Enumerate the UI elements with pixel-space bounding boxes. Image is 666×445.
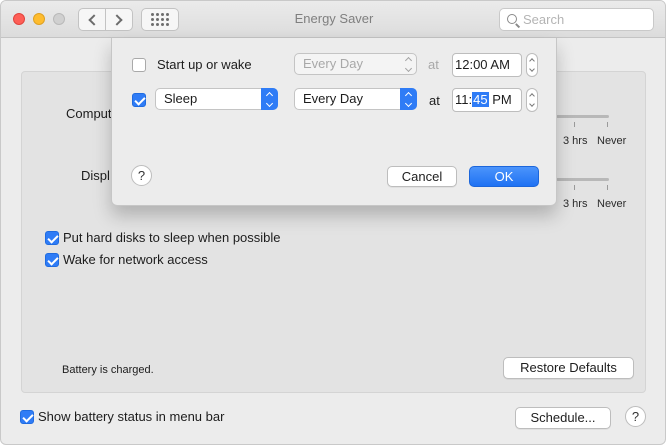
- sleep-day-value: Every Day: [303, 91, 363, 106]
- wake-network-label: Wake for network access: [63, 252, 208, 267]
- slider-tick: [607, 122, 608, 127]
- stepper-down-icon: [529, 101, 535, 107]
- schedule-sheet: Start up or wake Every Day at 12:00 AM S…: [111, 38, 557, 206]
- slider-tick: [574, 185, 575, 190]
- sleep-time-stepper[interactable]: [526, 88, 538, 112]
- hard-disk-sleep-checkbox[interactable]: [45, 231, 59, 245]
- stepper-up-icon: [529, 58, 535, 64]
- startup-wake-label: Start up or wake: [157, 57, 252, 72]
- sleep-at-label: at: [429, 93, 440, 108]
- sleep-action-popup[interactable]: Sleep: [155, 88, 278, 110]
- restore-defaults-button[interactable]: Restore Defaults: [503, 357, 634, 379]
- sleep-action-value: Sleep: [164, 91, 198, 106]
- battery-status-text: Battery is charged.: [62, 364, 154, 376]
- display-tick-never: Never: [597, 198, 627, 210]
- slider-tick: [574, 122, 575, 127]
- computer-tick-never: Never: [597, 135, 627, 147]
- sleep-day-popup[interactable]: Every Day: [294, 88, 417, 110]
- show-battery-label: Show battery status in menu bar: [38, 409, 225, 424]
- startup-time-field[interactable]: 12:00 AM: [452, 53, 522, 77]
- display-tick-3hrs: 3 hrs: [563, 198, 588, 210]
- energy-saver-window: Energy Saver Search Comput 3 hrs Never D…: [0, 0, 666, 445]
- sleep-time-hour: 11:: [455, 92, 473, 107]
- stepper-down-icon: [529, 66, 535, 72]
- hard-disk-sleep-label: Put hard disks to sleep when possible: [63, 230, 281, 245]
- startup-wake-checkbox[interactable]: [132, 58, 146, 72]
- popup-arrows-icon: [261, 88, 278, 110]
- startup-time-stepper[interactable]: [526, 53, 538, 77]
- sleep-time-ampm: PM: [488, 92, 512, 107]
- stepper-up-icon: [529, 93, 535, 99]
- computer-sleep-slider-track[interactable]: [556, 115, 609, 118]
- show-battery-checkbox[interactable]: [20, 410, 34, 424]
- popup-arrows-icon: [400, 88, 417, 110]
- display-sleep-label: Displ: [81, 168, 110, 183]
- ok-button[interactable]: OK: [469, 166, 539, 187]
- sleep-checkbox[interactable]: [132, 93, 146, 107]
- startup-at-label: at: [428, 57, 439, 72]
- search-placeholder: Search: [523, 12, 565, 27]
- popup-arrows-icon: [400, 53, 417, 75]
- cancel-button[interactable]: Cancel: [387, 166, 457, 187]
- sheet-help-button[interactable]: ?: [131, 165, 152, 186]
- startup-day-value: Every Day: [303, 56, 363, 71]
- computer-tick-3hrs: 3 hrs: [563, 135, 588, 147]
- sleep-time-minute-selected[interactable]: 45: [472, 92, 489, 107]
- search-icon: [507, 14, 517, 24]
- wake-network-checkbox[interactable]: [45, 253, 59, 267]
- search-field[interactable]: Search: [499, 8, 654, 31]
- computer-sleep-label: Comput: [66, 106, 112, 121]
- sleep-time-field[interactable]: 11:45 PM: [452, 88, 522, 112]
- title-bar: Energy Saver Search: [1, 1, 665, 38]
- help-button[interactable]: ?: [625, 406, 646, 427]
- startup-day-popup[interactable]: Every Day: [294, 53, 417, 75]
- display-sleep-slider-track[interactable]: [556, 178, 609, 181]
- schedule-button[interactable]: Schedule...: [515, 407, 611, 429]
- slider-tick: [607, 185, 608, 190]
